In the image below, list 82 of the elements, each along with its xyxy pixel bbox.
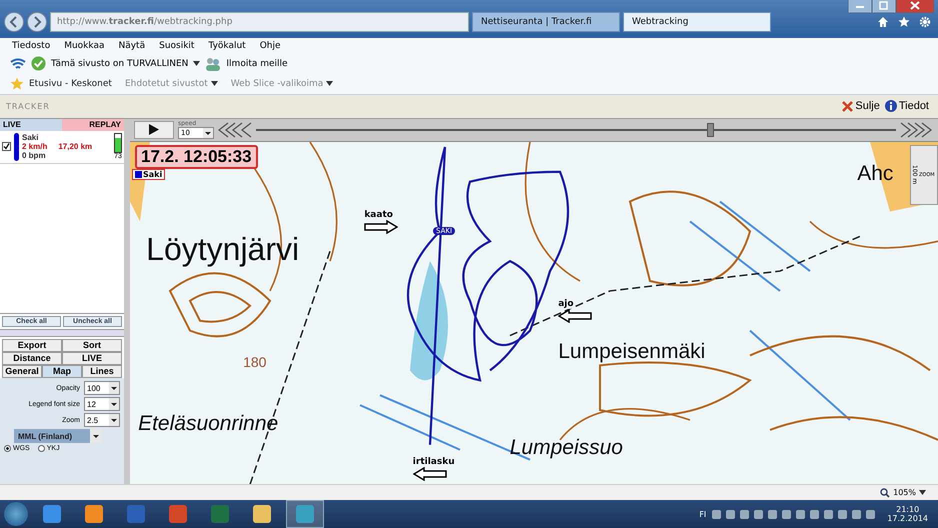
caret-icon[interactable] <box>326 81 334 86</box>
settings-tab[interactable]: Sort <box>62 339 122 352</box>
clock-date[interactable]: 17.2.2014 <box>887 514 928 523</box>
settings-icon[interactable] <box>919 16 931 28</box>
arrow-icon <box>412 466 447 481</box>
tracker-checkbox[interactable] <box>2 142 11 152</box>
battery-icon <box>114 133 122 154</box>
people-icon <box>205 56 222 71</box>
tracker-logo: TRACKER <box>6 102 50 111</box>
setting-dropdown[interactable]: 100 <box>84 381 120 396</box>
close-button[interactable] <box>896 0 934 13</box>
fast-forward-icon[interactable] <box>900 122 934 138</box>
settings-tab[interactable]: General <box>2 365 42 378</box>
settings-tab[interactable]: Export <box>2 339 62 352</box>
arrow-icon <box>558 309 592 324</box>
settings-tab[interactable]: Map <box>42 365 82 378</box>
back-button[interactable] <box>4 12 24 32</box>
zoom-level[interactable]: 105% <box>893 488 916 498</box>
tracker-speed: 2 km/h <box>22 142 48 152</box>
settings-tab[interactable]: Distance <box>2 352 62 366</box>
star-icon[interactable] <box>898 16 910 28</box>
annotation-label: kaato <box>364 210 393 220</box>
menu-item[interactable]: Muokkaa <box>64 40 104 51</box>
caret-icon[interactable] <box>203 128 213 138</box>
mode-tab[interactable]: REPLAY <box>62 118 124 131</box>
timeline-handle[interactable] <box>707 122 714 137</box>
tracker-heart-rate: 0 bpm <box>22 151 47 160</box>
info-link[interactable]: Tiedot <box>898 100 929 112</box>
legend-item: Saki <box>132 168 166 180</box>
map-label: Eteläsuonrinne <box>138 412 278 436</box>
app-taskbar-icon[interactable] <box>286 500 324 528</box>
close-link[interactable]: Sulje <box>855 100 880 112</box>
arrow-icon <box>364 220 398 234</box>
tracker-distance: 17,20 km <box>58 142 92 152</box>
tracker-name: Saki <box>22 133 40 142</box>
report-link[interactable]: Ilmoita meille <box>226 58 288 69</box>
browser-tab[interactable]: Webtracking <box>623 12 771 32</box>
annotation-label: ajo <box>558 299 574 310</box>
safety-status[interactable]: Tämä sivusto on TURVALLINEN <box>51 58 188 69</box>
map-label: Lumpeissuo <box>510 436 623 460</box>
splitter-handle[interactable] <box>0 329 124 338</box>
home-icon[interactable] <box>877 16 889 28</box>
mode-tab[interactable]: LIVE <box>0 118 62 131</box>
caret-icon[interactable] <box>919 490 926 496</box>
info-icon[interactable] <box>884 100 897 112</box>
restore-button[interactable] <box>872 0 896 13</box>
caret-icon[interactable] <box>193 61 200 66</box>
menu-item[interactable]: Ohje <box>260 40 281 51</box>
map-label: Lumpeisenmäki <box>558 340 706 364</box>
settings-tab[interactable]: Lines <box>82 365 122 378</box>
setting-dropdown[interactable]: 12 <box>84 397 120 412</box>
forward-button[interactable] <box>27 12 47 32</box>
caret-icon[interactable] <box>109 414 119 426</box>
caret-icon[interactable] <box>90 429 102 444</box>
wifi-icon[interactable] <box>10 58 26 70</box>
rewind-icon[interactable] <box>218 122 252 138</box>
menu-item[interactable]: Suosikit <box>159 40 194 51</box>
caret-icon[interactable] <box>109 398 119 410</box>
setting-dropdown[interactable]: 2.5 <box>84 413 120 428</box>
system-tray-icons[interactable] <box>712 510 876 518</box>
map-label: 180 <box>243 354 266 370</box>
favorite-link[interactable]: Etusivu - Keskonet <box>29 78 112 89</box>
minimize-button[interactable] <box>848 0 872 13</box>
menu-item[interactable]: Tiedosto <box>12 40 50 51</box>
caret-icon[interactable] <box>210 81 218 86</box>
zoom-icon[interactable] <box>880 488 890 498</box>
check-circle-icon <box>31 56 46 72</box>
play-button[interactable] <box>134 120 174 139</box>
menu-item[interactable]: Näytä <box>118 40 146 51</box>
close-icon[interactable] <box>842 100 854 112</box>
settings-tab[interactable]: LIVE <box>62 352 122 366</box>
timestamp-display: 17.2. 12:05:33 <box>135 144 258 169</box>
play-icon[interactable] <box>149 124 159 136</box>
caret-icon[interactable] <box>109 382 119 394</box>
address-bar[interactable]: http://www.tracker.fi/webtracking.php <box>50 12 469 32</box>
language-indicator[interactable]: FI <box>699 510 706 518</box>
clock-time[interactable]: 21:10 <box>896 505 920 514</box>
menu-item[interactable]: Työkalut <box>208 40 246 51</box>
favorites-star-icon[interactable] <box>10 76 24 91</box>
browser-tab[interactable]: Nettiseuranta | Tracker.fi <box>472 12 620 32</box>
map-source-dropdown[interactable]: MML (Finland) <box>14 429 102 444</box>
start-button[interactable] <box>4 502 28 526</box>
